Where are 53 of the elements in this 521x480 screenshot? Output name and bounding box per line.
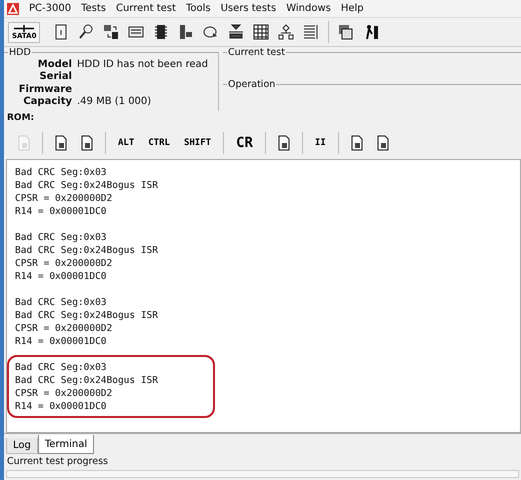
menu-item[interactable]: Users tests bbox=[220, 3, 276, 14]
terminal-line: R14 = 0x00001DC0 bbox=[15, 400, 108, 413]
field-label: Model bbox=[36, 58, 72, 70]
field-label: Capacity bbox=[22, 96, 72, 108]
key-button[interactable]: ALT bbox=[116, 138, 136, 148]
connector-icon bbox=[14, 24, 34, 32]
panel-title: Current test bbox=[227, 47, 286, 58]
panel-title: HDD bbox=[8, 47, 32, 58]
menu-item[interactable]: Tests bbox=[81, 3, 106, 14]
status-text: Current test progress bbox=[7, 456, 108, 467]
app-logo-icon bbox=[7, 2, 19, 14]
terminal-line: Bad CRC Seg:0x24Bogus ISR bbox=[15, 309, 158, 322]
field-label: Firmware bbox=[18, 84, 72, 95]
key-button[interactable]: II bbox=[312, 138, 328, 148]
terminal-line: CPSR = 0x200000D2 bbox=[15, 257, 114, 270]
field-value: HDD ID has not been read bbox=[77, 58, 208, 70]
key-button[interactable]: SHIFT bbox=[182, 138, 214, 148]
field-label: Serial bbox=[38, 71, 72, 82]
terminal-line: Bad CRC Seg:0x03 bbox=[15, 231, 108, 244]
terminal-line: Bad CRC Seg:0x03 bbox=[15, 166, 108, 179]
chip-icon[interactable] bbox=[153, 24, 170, 40]
terminal-line: CPSR = 0x200000D2 bbox=[15, 322, 114, 335]
list-icon[interactable] bbox=[303, 24, 320, 40]
stack-icon[interactable] bbox=[228, 24, 244, 40]
terminal-line: Bad CRC Seg:0x24Bogus ISR bbox=[15, 244, 158, 257]
rom-label: ROM: bbox=[6, 112, 36, 125]
windows-icon[interactable] bbox=[338, 24, 354, 40]
tab[interactable]: Log bbox=[6, 438, 38, 454]
magnifier-icon[interactable] bbox=[78, 24, 94, 40]
terminal-line: Bad CRC Seg:0x24Bogus ISR bbox=[15, 179, 158, 192]
menu-item[interactable]: Current test bbox=[116, 3, 176, 14]
key-button[interactable]: CR bbox=[234, 135, 255, 151]
terminal-line: Bad CRC Seg:0x24Bogus ISR bbox=[15, 374, 158, 387]
grid-icon[interactable] bbox=[253, 24, 270, 40]
terminal-line: R14 = 0x00001DC0 bbox=[15, 335, 108, 348]
terminal-line: Bad CRC Seg:0x03 bbox=[15, 361, 108, 374]
tab[interactable]: Terminal bbox=[38, 435, 94, 454]
flowchart-icon[interactable] bbox=[278, 24, 294, 40]
menu-item[interactable]: Tools bbox=[186, 3, 211, 14]
terminal-line: Bad CRC Seg:0x03 bbox=[15, 296, 108, 309]
terminal-line: R14 = 0x00001DC0 bbox=[15, 205, 108, 218]
terminal-line: R14 = 0x00001DC0 bbox=[15, 270, 108, 283]
terminal-line: CPSR = 0x200000D2 bbox=[15, 387, 114, 400]
panel-title: Operation bbox=[227, 79, 276, 90]
menu-item[interactable]: Windows bbox=[286, 3, 331, 14]
transfer-icon[interactable] bbox=[103, 24, 120, 40]
field-value: .49 MB (1 000) bbox=[77, 96, 152, 108]
menu-item[interactable]: Help bbox=[340, 3, 364, 14]
terminal-line: CPSR = 0x200000D2 bbox=[15, 192, 114, 205]
person-icon[interactable] bbox=[363, 24, 380, 40]
app-title[interactable]: PC-3000 bbox=[29, 3, 72, 14]
key-button[interactable]: CTRL bbox=[146, 138, 172, 148]
panel-icon[interactable] bbox=[178, 24, 194, 40]
